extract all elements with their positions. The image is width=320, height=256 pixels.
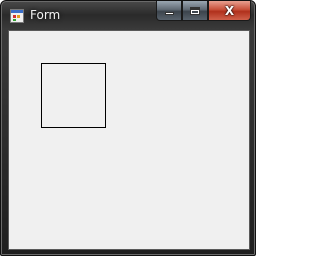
form-window: Form X <box>0 0 256 256</box>
close-button[interactable]: X <box>208 1 251 21</box>
window-title: Form <box>30 8 61 22</box>
maximize-button[interactable] <box>182 1 208 21</box>
title-bar[interactable]: Form X <box>1 1 257 31</box>
minimize-icon <box>164 12 174 15</box>
bordered-panel[interactable] <box>41 63 106 128</box>
form-client-area[interactable] <box>8 30 250 250</box>
close-icon: X <box>224 3 235 18</box>
maximize-icon <box>190 6 200 15</box>
minimize-button[interactable] <box>156 1 182 21</box>
window-controls: X <box>156 1 251 21</box>
form-app-icon[interactable] <box>10 9 24 23</box>
